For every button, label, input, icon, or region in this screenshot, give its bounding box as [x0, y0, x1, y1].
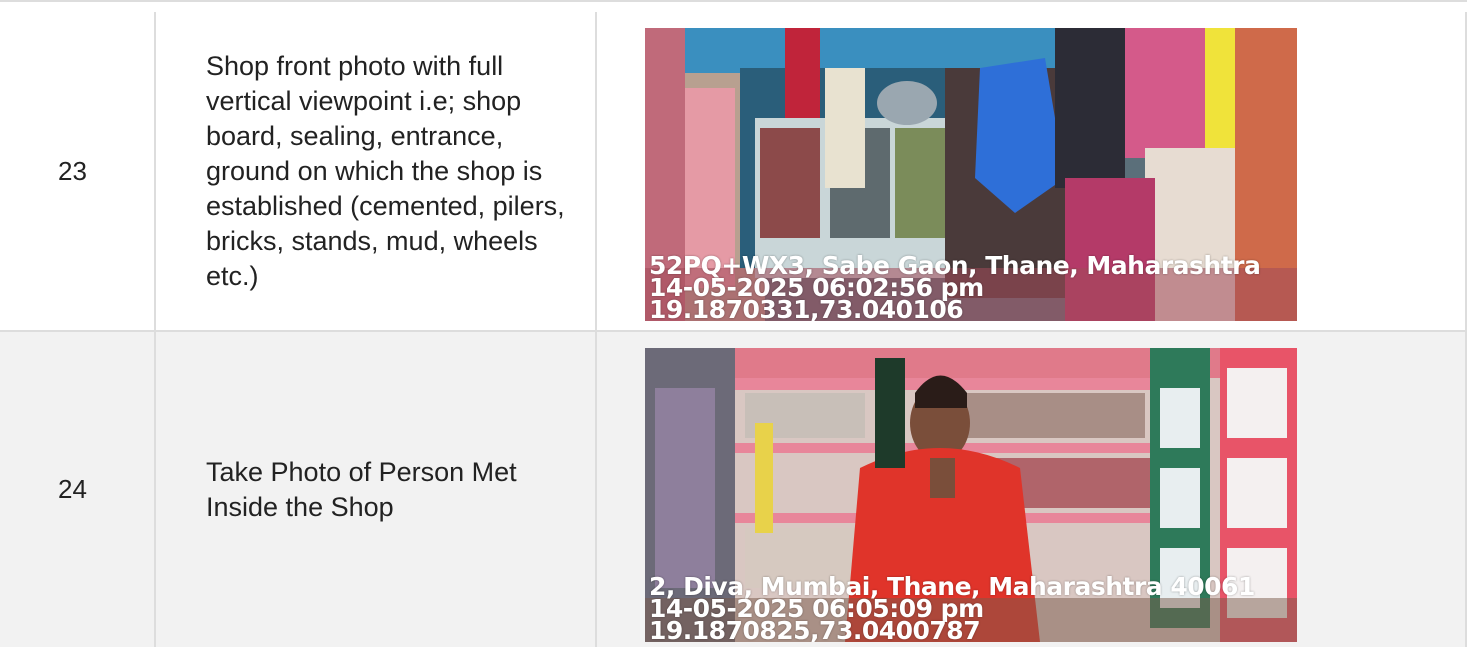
table-row: 23 Shop front photo with full vertical v…	[0, 12, 1467, 332]
table-row: 24 Take Photo of Person Met Inside the S…	[0, 332, 1467, 647]
photo-geo-stamp: 2, Diva, Mumbai, Thane, Maharashtra 4006…	[649, 574, 1255, 642]
row-photo-cell: 2, Diva, Mumbai, Thane, Maharashtra 4006…	[597, 332, 1467, 647]
shop-front-photo[interactable]: 52PQ+WX3, Sabe Gaon, Thane, Maharashtra …	[645, 28, 1297, 321]
photo-geo-stamp: 52PQ+WX3, Sabe Gaon, Thane, Maharashtra …	[649, 253, 1261, 321]
row-number: 23	[0, 12, 156, 330]
row-number: 24	[0, 332, 156, 647]
row-description-text: Take Photo of Person Met Inside the Shop	[206, 456, 517, 522]
photo-stamp-coordinates: 19.1870825,73.0400787	[649, 616, 981, 642]
report-table: 23 Shop front photo with full vertical v…	[0, 0, 1467, 647]
row-number-text: 24	[58, 474, 87, 504]
row-photo-cell: 52PQ+WX3, Sabe Gaon, Thane, Maharashtra …	[597, 12, 1467, 330]
row-description-text: Shop front photo with full vertical view…	[206, 50, 565, 291]
person-met-photo[interactable]: 2, Diva, Mumbai, Thane, Maharashtra 4006…	[645, 348, 1297, 642]
row-description: Shop front photo with full vertical view…	[156, 12, 597, 330]
photo-stamp-coordinates: 19.1870331,73.040106	[649, 295, 964, 321]
row-number-text: 23	[58, 155, 87, 186]
row-description: Take Photo of Person Met Inside the Shop	[156, 332, 597, 647]
